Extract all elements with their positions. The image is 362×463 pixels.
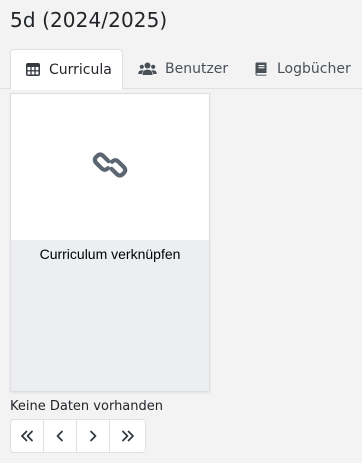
link-icon xyxy=(92,150,128,184)
users-icon xyxy=(137,61,157,77)
card-title: Curriculum verknüpfen xyxy=(39,246,181,262)
book-icon xyxy=(253,61,269,77)
empty-state-text: Keine Daten vorhanden xyxy=(10,399,163,414)
link-curriculum-card[interactable]: Curriculum verknüpfen xyxy=(10,93,210,392)
previous-page-button[interactable] xyxy=(44,420,77,452)
next-page-icon xyxy=(89,427,97,446)
last-page-icon xyxy=(121,427,135,446)
tab-benutzer[interactable]: Benutzer xyxy=(137,49,237,89)
tab-benutzer-label: Benutzer xyxy=(165,61,229,77)
prev-page-icon xyxy=(56,427,64,446)
tab-logbuecher[interactable]: Logbücher xyxy=(253,49,361,89)
tab-curricula-label: Curricula xyxy=(49,61,112,78)
pagination xyxy=(10,419,146,453)
card-icon-area xyxy=(11,94,209,240)
page-title: 5d (2024/2025) xyxy=(10,8,168,32)
last-page-button[interactable] xyxy=(110,420,145,452)
tab-logbuecher-label: Logbücher xyxy=(277,61,351,77)
first-page-button[interactable] xyxy=(11,420,44,452)
next-page-button[interactable] xyxy=(77,420,110,452)
first-page-icon xyxy=(20,427,34,446)
tab-curricula[interactable]: Curricula xyxy=(10,49,123,90)
table-icon xyxy=(25,62,41,78)
tab-bar: Curricula Benutzer Logbücher xyxy=(0,49,362,90)
